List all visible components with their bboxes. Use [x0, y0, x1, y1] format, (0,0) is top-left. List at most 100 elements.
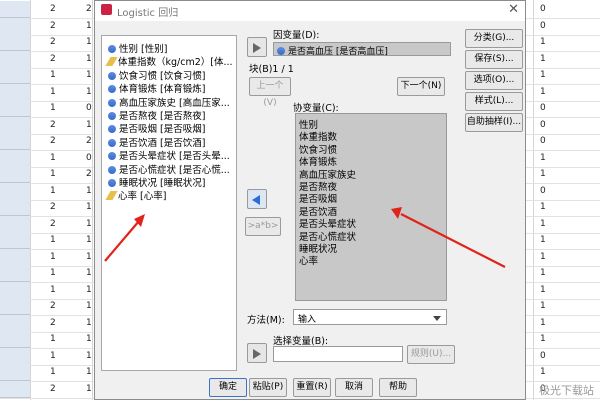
cell-value[interactable]: 0 [540, 186, 546, 196]
cell-value[interactable]: 1 [86, 285, 92, 295]
cell-value[interactable]: 1 [86, 21, 92, 31]
cell-value[interactable]: 1 [86, 367, 92, 377]
cell-value[interactable]: 1 [540, 318, 546, 328]
cell-value[interactable]: 1 [540, 268, 546, 278]
row-header[interactable] [0, 67, 30, 84]
cell-value[interactable]: 0 [540, 21, 546, 31]
cell-value[interactable]: 1 [86, 252, 92, 262]
cell-value[interactable]: 2 [50, 136, 56, 146]
cell-value[interactable]: 1 [50, 334, 56, 344]
cell-value[interactable]: 1 [540, 169, 546, 179]
row-header[interactable] [0, 248, 30, 266]
cell-value[interactable]: 1 [86, 318, 92, 328]
cell-value[interactable]: 1 [50, 103, 56, 113]
cell-value[interactable]: 1 [50, 252, 56, 262]
cell-value[interactable]: 0 [540, 351, 546, 361]
cell-value[interactable]: 1 [86, 120, 92, 130]
cell-value[interactable]: 2 [50, 202, 56, 212]
row-header[interactable] [0, 347, 30, 365]
cell-value[interactable]: 1 [540, 235, 546, 245]
cell-value[interactable]: 1 [86, 351, 92, 361]
cell-value[interactable]: 2 [50, 318, 56, 328]
cell-value[interactable]: 1 [540, 37, 546, 47]
cell-value[interactable]: 1 [86, 202, 92, 212]
cell-value[interactable]: 2 [50, 120, 56, 130]
cell-value[interactable]: 2 [86, 4, 92, 14]
cell-value[interactable]: 1 [540, 367, 546, 377]
cell-value[interactable]: 1 [86, 268, 92, 278]
annotation-arrows [104, 207, 506, 268]
cell-value[interactable]: 1 [50, 285, 56, 295]
cell-value[interactable]: 1 [50, 153, 56, 163]
cell-value[interactable]: 2 [50, 384, 56, 394]
row-header[interactable] [0, 298, 30, 315]
row-header[interactable] [0, 34, 30, 51]
cell-value[interactable]: 1 [540, 54, 546, 64]
cell-value[interactable]: 1 [50, 351, 56, 361]
red-arrowhead-right [391, 207, 402, 219]
row-header[interactable] [0, 182, 30, 200]
cell-value[interactable]: 2 [50, 21, 56, 31]
cell-value[interactable]: 1 [540, 334, 546, 344]
cell-value[interactable]: 2 [50, 219, 56, 229]
cell-value[interactable]: 1 [86, 87, 92, 97]
row-header[interactable] [0, 331, 30, 348]
cell-value[interactable]: 1 [540, 153, 546, 163]
cell-value[interactable]: 0 [540, 120, 546, 130]
cell-value[interactable]: 2 [50, 301, 56, 311]
row-header[interactable] [0, 199, 30, 216]
cell-value[interactable]: 1 [540, 87, 546, 97]
row-header[interactable] [0, 1, 30, 18]
cell-value[interactable]: 1 [540, 252, 546, 262]
cell-value[interactable]: 1 [540, 202, 546, 212]
cell-value[interactable]: 0 [540, 136, 546, 146]
cell-value[interactable]: 1 [86, 54, 92, 64]
cell-value[interactable]: 2 [50, 4, 56, 14]
red-arrow-left [104, 220, 140, 262]
row-header[interactable] [0, 116, 30, 134]
cell-value[interactable]: 1 [50, 169, 56, 179]
row-header[interactable] [0, 133, 30, 150]
cell-value[interactable]: 1 [86, 186, 92, 196]
cell-value[interactable]: 1 [540, 219, 546, 229]
cell-value[interactable]: 1 [86, 37, 92, 47]
cell-value[interactable]: 1 [50, 367, 56, 377]
cell-value[interactable]: 1 [540, 70, 546, 80]
cell-value[interactable]: 1 [86, 235, 92, 245]
cell-value[interactable]: 1 [86, 301, 92, 311]
cell-value[interactable]: 0 [86, 153, 92, 163]
cell-value[interactable]: 1 [86, 384, 92, 394]
row-header[interactable] [0, 50, 30, 68]
cell-value[interactable]: 0 [540, 4, 546, 14]
cell-value[interactable]: 2 [86, 136, 92, 146]
row-header[interactable] [0, 17, 30, 35]
row-header[interactable] [0, 166, 30, 183]
cell-value[interactable]: 1 [50, 268, 56, 278]
cell-value[interactable]: 1 [540, 285, 546, 295]
cell-value[interactable]: 1 [86, 219, 92, 229]
cell-value[interactable]: 2 [86, 169, 92, 179]
row-header[interactable] [0, 100, 30, 117]
watermark-text: 极光下载站 [539, 384, 594, 397]
row-header[interactable] [0, 149, 30, 167]
row-header[interactable] [0, 380, 30, 398]
cell-value[interactable]: 2 [50, 54, 56, 64]
row-header[interactable] [0, 215, 30, 233]
cell-value[interactable]: 1 [50, 87, 56, 97]
cell-value[interactable]: 1 [50, 235, 56, 245]
cell-value[interactable]: 1 [50, 186, 56, 196]
cell-value[interactable]: 0 [86, 103, 92, 113]
red-arrow-right [400, 213, 506, 268]
row-header[interactable] [0, 364, 30, 381]
row-header[interactable] [0, 314, 30, 332]
cell-value[interactable]: 1 [540, 301, 546, 311]
row-header[interactable] [0, 281, 30, 299]
cell-value[interactable]: 1 [86, 70, 92, 80]
cell-value[interactable]: 2 [50, 37, 56, 47]
row-header[interactable] [0, 265, 30, 282]
cell-value[interactable]: 1 [86, 334, 92, 344]
cell-value[interactable]: 1 [50, 70, 56, 80]
row-header[interactable] [0, 83, 30, 101]
cell-value[interactable]: 0 [540, 103, 546, 113]
row-header[interactable] [0, 232, 30, 249]
